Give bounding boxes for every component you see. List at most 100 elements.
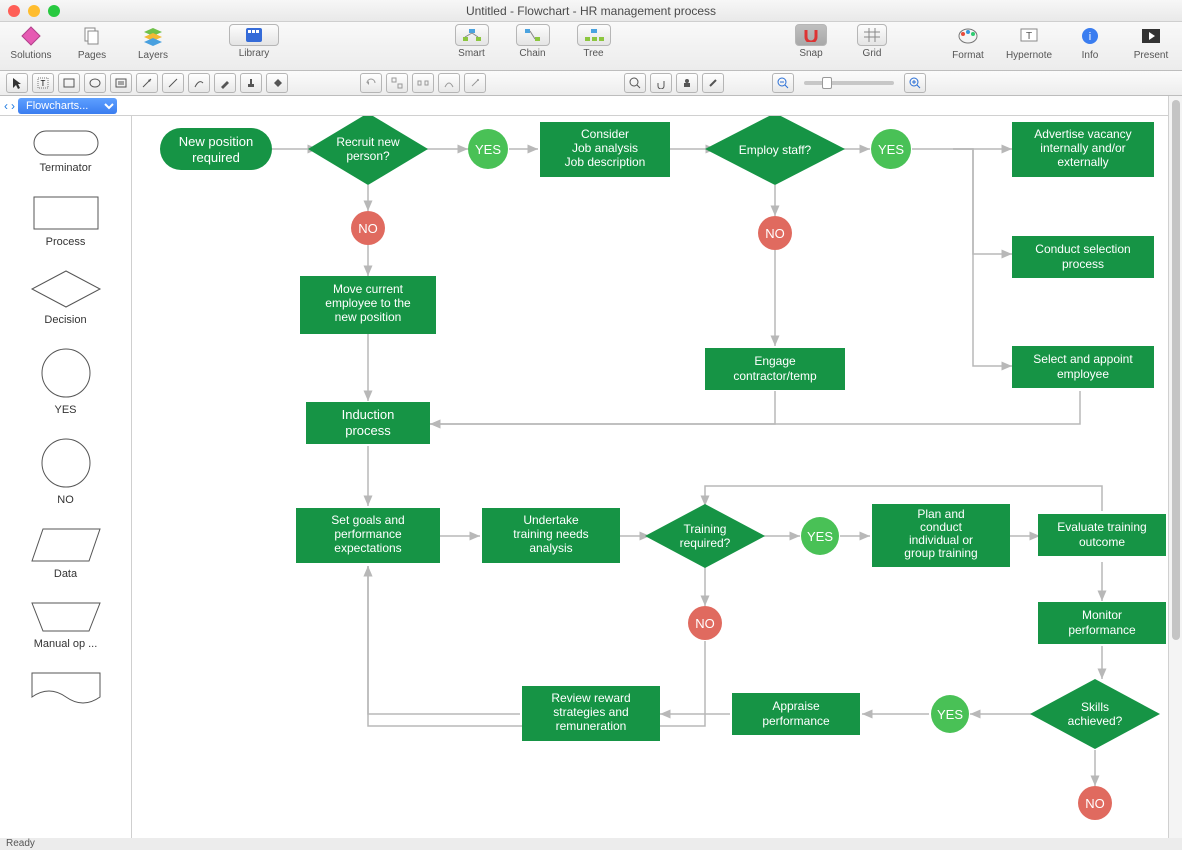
vertical-scrollbar[interactable]	[1168, 96, 1182, 838]
svg-text:NO: NO	[1085, 796, 1105, 811]
magic-tool[interactable]	[464, 73, 486, 93]
node-yes-4[interactable]: YES	[931, 695, 969, 733]
align-tool[interactable]	[386, 73, 408, 93]
node-employ[interactable]: Employ staff?	[705, 116, 845, 185]
curve-tool[interactable]	[188, 73, 210, 93]
svg-text:Review reward: Review reward	[551, 691, 630, 705]
connect-tool[interactable]	[438, 73, 460, 93]
crop-tool[interactable]	[676, 73, 698, 93]
chain-button[interactable]: Chain	[510, 24, 556, 59]
fill-tool[interactable]	[266, 73, 288, 93]
tree-button[interactable]: Tree	[571, 24, 617, 59]
rect-tool[interactable]	[58, 73, 80, 93]
shape-toolbar: T	[0, 71, 1182, 96]
node-engage[interactable]: Engagecontractor/temp	[705, 348, 845, 390]
eyedropper-tool[interactable]	[702, 73, 724, 93]
pen-tool[interactable]	[214, 73, 236, 93]
node-consider[interactable]: ConsiderJob analysisJob description	[540, 122, 670, 177]
svg-text:Induction: Induction	[342, 407, 395, 422]
node-move[interactable]: Move currentemployee to thenew position	[300, 276, 436, 334]
snap-button[interactable]: Snap	[788, 24, 834, 59]
svg-text:expectations: expectations	[334, 541, 401, 555]
smart-button[interactable]: Smart	[449, 24, 495, 59]
node-yes-2[interactable]: YES	[871, 129, 911, 169]
node-yes-3[interactable]: YES	[801, 517, 839, 555]
node-skills[interactable]: Skillsachieved?	[1030, 679, 1160, 749]
hypernote-button[interactable]: THypernote	[1006, 24, 1052, 61]
palette-data[interactable]: Data	[0, 528, 131, 580]
node-evaluate[interactable]: Evaluate trainingoutcome	[1038, 514, 1166, 556]
svg-text:process: process	[345, 423, 391, 438]
library-selector[interactable]: Flowcharts...	[18, 98, 117, 114]
node-plan[interactable]: Plan andconductindividual orgroup traini…	[872, 504, 1010, 567]
palette-decision[interactable]: Decision	[0, 270, 131, 326]
node-no-2[interactable]: NO	[758, 216, 792, 250]
grid-button[interactable]: Grid	[849, 24, 895, 59]
node-undertake[interactable]: Undertaketraining needsanalysis	[482, 508, 620, 563]
node-new-position[interactable]: New position required	[160, 128, 272, 170]
main-toolbar: Solutions Pages Layers Library Smart Cha…	[0, 22, 1182, 71]
palette-terminator[interactable]: Terminator	[0, 130, 131, 174]
line-tool[interactable]	[136, 73, 158, 93]
node-induction[interactable]: Inductionprocess	[306, 402, 430, 444]
zoom-out-button[interactable]	[772, 73, 794, 93]
info-button[interactable]: iInfo	[1067, 24, 1113, 61]
palette-document[interactable]	[0, 672, 131, 706]
node-no-3[interactable]: NO	[688, 606, 722, 640]
svg-text:T: T	[1026, 31, 1032, 42]
svg-text:Move current: Move current	[333, 282, 404, 296]
svg-text:Select and appoint: Select and appoint	[1033, 352, 1133, 366]
ellipse-tool[interactable]	[84, 73, 106, 93]
palette-yes[interactable]: YES	[0, 348, 131, 416]
svg-text:Training: Training	[684, 522, 727, 536]
pages-button[interactable]: Pages	[69, 24, 115, 61]
svg-text:new position: new position	[335, 310, 402, 324]
shape-palette: Terminator Process Decision YES NO Data …	[0, 116, 132, 838]
segment-tool[interactable]	[162, 73, 184, 93]
zoom-slider[interactable]	[804, 81, 894, 85]
palette-process[interactable]: Process	[0, 196, 131, 248]
node-training[interactable]: Trainingrequired?	[645, 504, 765, 568]
svg-text:performance: performance	[1068, 623, 1136, 637]
solutions-button[interactable]: Solutions	[8, 24, 54, 61]
pointer-tool[interactable]	[6, 73, 28, 93]
format-button[interactable]: Format	[945, 24, 991, 61]
zoom-in-tool[interactable]	[624, 73, 646, 93]
hand-tool[interactable]	[650, 73, 672, 93]
status-bar: Ready	[0, 838, 1182, 850]
node-no-4[interactable]: NO	[1078, 786, 1112, 820]
node-conduct-selection[interactable]: Conduct selectionprocess	[1012, 236, 1154, 278]
library-button[interactable]: Library	[231, 24, 277, 59]
nav-forward[interactable]: ›	[11, 99, 15, 113]
stamp-tool[interactable]	[240, 73, 262, 93]
node-yes-1[interactable]: YES	[468, 129, 508, 169]
node-recruit[interactable]: Recruit new person?	[308, 116, 428, 185]
node-no-1[interactable]: NO	[351, 211, 385, 245]
flowchart-canvas[interactable]: New position required Recruit new person…	[150, 116, 1168, 820]
layers-button[interactable]: Layers	[130, 24, 176, 61]
svg-text:externally: externally	[1057, 155, 1108, 169]
present-button[interactable]: Present	[1128, 24, 1174, 61]
svg-text:T: T	[41, 79, 46, 88]
node-monitor[interactable]: Monitorperformance	[1038, 602, 1166, 644]
svg-text:Conduct selection: Conduct selection	[1035, 242, 1130, 256]
svg-text:required?: required?	[680, 536, 731, 550]
svg-text:employee: employee	[1057, 367, 1109, 381]
node-setgoals[interactable]: Set goals andperformanceexpectations	[296, 508, 440, 563]
textbox-tool[interactable]	[110, 73, 132, 93]
svg-text:YES: YES	[475, 142, 501, 157]
node-review[interactable]: Review rewardstrategies andremuneration	[522, 686, 660, 741]
zoom-in-button[interactable]	[904, 73, 926, 93]
node-appraise[interactable]: Appraiseperformance	[732, 693, 860, 735]
svg-text:Skills: Skills	[1081, 700, 1109, 714]
node-advertise[interactable]: Advertise vacancyinternally and/orextern…	[1012, 122, 1154, 177]
node-select-appoint[interactable]: Select and appointemployee	[1012, 346, 1154, 388]
svg-text:Engage: Engage	[754, 354, 796, 368]
palette-manual-op[interactable]: Manual op ...	[0, 602, 131, 650]
text-tool[interactable]: T	[32, 73, 54, 93]
distribute-tool[interactable]	[412, 73, 434, 93]
svg-text:Job description: Job description	[565, 155, 646, 169]
palette-no[interactable]: NO	[0, 438, 131, 506]
undo-tool[interactable]	[360, 73, 382, 93]
nav-back[interactable]: ‹	[4, 99, 8, 113]
